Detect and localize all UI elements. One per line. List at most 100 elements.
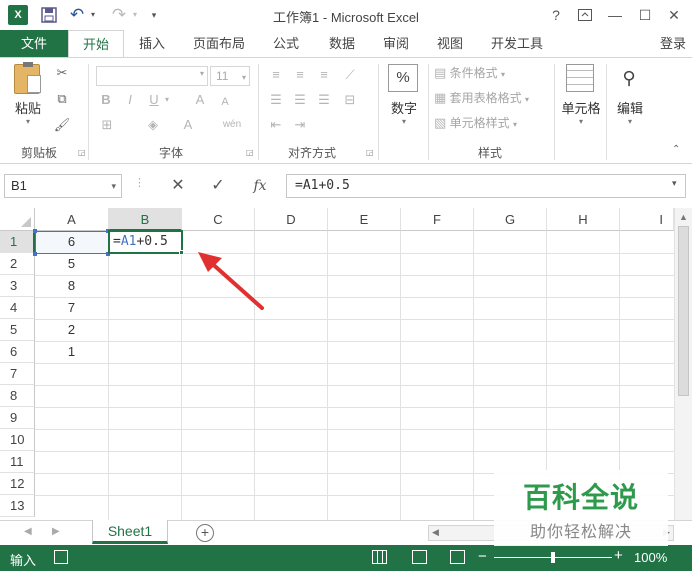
row-header-9[interactable]: 9	[0, 407, 35, 429]
zoom-in-icon[interactable]: +	[614, 547, 623, 564]
decrease-indent-icon[interactable]: ⇤	[266, 116, 286, 134]
new-sheet-button[interactable]: +	[196, 524, 214, 542]
align-middle-icon[interactable]: ≡	[290, 66, 310, 84]
cells-button[interactable]: 单元格 ▾	[558, 64, 604, 140]
scrollbar-thumb[interactable]	[678, 226, 689, 396]
format-as-table-button[interactable]: ▦ 套用表格格式 ▾	[434, 89, 552, 109]
tab-insert[interactable]: 插入	[128, 30, 176, 58]
dialog-launcher-icon[interactable]: ◲	[78, 148, 86, 157]
row-header-1[interactable]: 1	[0, 231, 35, 253]
column-header-i[interactable]: I	[620, 208, 674, 231]
page-layout-view-icon[interactable]	[412, 550, 427, 564]
row-header-7[interactable]: 7	[0, 363, 35, 385]
font-name-combo[interactable]: ▾	[96, 66, 208, 86]
row-header-4[interactable]: 4	[0, 297, 35, 319]
row-header-13[interactable]: 13	[0, 495, 35, 517]
tab-page-layout[interactable]: 页面布局	[184, 30, 254, 58]
conditional-formatting-button[interactable]: ▤ 条件格式 ▾	[434, 64, 552, 84]
format-painter-icon[interactable]: 🖌	[52, 116, 72, 134]
cancel-entry-button[interactable]: ✕	[166, 176, 190, 196]
increase-indent-icon[interactable]: ⇥	[290, 116, 310, 134]
row-header-5[interactable]: 5	[0, 319, 35, 341]
cell-a5[interactable]: 2	[35, 319, 108, 341]
row-header-8[interactable]: 8	[0, 385, 35, 407]
formula-input[interactable]: =A1+0.5	[286, 174, 686, 198]
borders-icon[interactable]: ⊞	[98, 116, 116, 134]
align-right-icon[interactable]: ☰	[314, 91, 334, 109]
copy-icon[interactable]: ⧉	[52, 90, 72, 108]
bold-button[interactable]: B	[98, 91, 114, 109]
collapse-ribbon-icon[interactable]: ⌃	[672, 144, 680, 155]
column-header-d[interactable]: D	[255, 208, 328, 231]
align-left-icon[interactable]: ☰	[266, 91, 286, 109]
font-color-button[interactable]: A	[180, 116, 196, 134]
row-header-12[interactable]: 12	[0, 473, 35, 495]
paste-button[interactable]: 粘贴 ▾	[10, 62, 46, 130]
align-top-icon[interactable]: ≡	[266, 66, 286, 84]
tab-data[interactable]: 数据	[318, 30, 366, 58]
shrink-font-button[interactable]: A	[218, 93, 232, 111]
maximize-icon[interactable]: ☐	[634, 4, 656, 26]
column-header-e[interactable]: E	[328, 208, 401, 231]
tab-home[interactable]: 开始	[68, 30, 124, 59]
tab-view[interactable]: 视图	[426, 30, 474, 58]
cell-b1-active[interactable]: =A1+0.5	[108, 230, 183, 254]
zoom-slider-thumb[interactable]	[551, 552, 555, 563]
minimize-icon[interactable]: —	[604, 4, 626, 26]
tab-file[interactable]: 文件	[0, 30, 68, 58]
sign-in-link[interactable]: 登录	[660, 30, 686, 58]
close-icon[interactable]: ✕	[663, 4, 685, 26]
merge-cells-icon[interactable]: ⊟	[340, 91, 360, 109]
cell-a2[interactable]: 5	[35, 253, 108, 275]
tab-developer[interactable]: 开发工具	[480, 30, 554, 58]
insert-function-button[interactable]: fx	[248, 176, 272, 196]
column-header-f[interactable]: F	[401, 208, 474, 231]
column-header-g[interactable]: G	[474, 208, 547, 231]
tab-review[interactable]: 审阅	[372, 30, 420, 58]
fill-color-icon[interactable]: ◈	[144, 116, 162, 134]
chevron-down-icon[interactable]: ▾	[111, 175, 116, 197]
chevron-left-icon[interactable]: ◀	[24, 526, 32, 537]
normal-view-icon[interactable]	[372, 550, 387, 564]
column-header-h[interactable]: H	[547, 208, 620, 231]
editing-button[interactable]: ⚲ 编辑 ▾	[610, 64, 650, 140]
cell-styles-button[interactable]: ▧ 单元格样式 ▾	[434, 114, 552, 134]
zoom-level[interactable]: 100%	[634, 550, 667, 565]
zoom-slider[interactable]	[494, 552, 612, 563]
italic-button[interactable]: I	[122, 91, 138, 109]
grow-font-button[interactable]: A	[192, 91, 208, 109]
ribbon-display-icon[interactable]	[574, 4, 596, 26]
dialog-launcher-icon[interactable]: ◲	[366, 148, 374, 157]
chevron-left-icon[interactable]: ◀	[432, 527, 439, 538]
enter-entry-button[interactable]: ✓	[206, 176, 230, 196]
name-box[interactable]: B1 ▾	[4, 174, 122, 198]
cell-a1[interactable]: 6	[35, 231, 108, 253]
macro-record-icon[interactable]	[54, 550, 68, 564]
fill-handle[interactable]	[179, 250, 184, 255]
phonetic-icon[interactable]: wén	[218, 116, 246, 134]
row-header-2[interactable]: 2	[0, 253, 35, 275]
cell-a6[interactable]: 1	[35, 341, 108, 363]
number-format-button[interactable]: % 数字 ▾	[384, 64, 424, 140]
align-center-icon[interactable]: ☰	[290, 91, 310, 109]
tab-formulas[interactable]: 公式	[262, 30, 310, 58]
cell-a4[interactable]: 7	[35, 297, 108, 319]
dialog-launcher-icon[interactable]: ◲	[246, 148, 254, 157]
underline-button[interactable]: U	[146, 91, 162, 109]
select-all-button[interactable]	[0, 208, 35, 231]
column-header-b[interactable]: B	[109, 208, 182, 231]
sheet-tab-sheet1[interactable]: Sheet1	[92, 520, 168, 544]
expand-formula-bar-icon[interactable]: ▾	[672, 178, 677, 189]
cut-icon[interactable]: ✂	[52, 64, 72, 82]
row-header-3[interactable]: 3	[0, 275, 35, 297]
formula-bar-splitter[interactable]: ⋮	[134, 176, 145, 189]
row-header-6[interactable]: 6	[0, 341, 35, 363]
chevron-up-icon[interactable]: ▲	[675, 208, 692, 226]
font-size-combo[interactable]: 11 ▾	[210, 66, 250, 86]
vertical-scrollbar[interactable]: ▲	[674, 208, 692, 520]
align-bottom-icon[interactable]: ≡	[314, 66, 334, 84]
row-header-11[interactable]: 11	[0, 451, 35, 473]
page-break-view-icon[interactable]	[450, 550, 465, 564]
zoom-out-icon[interactable]: −	[478, 548, 487, 565]
row-header-10[interactable]: 10	[0, 429, 35, 451]
